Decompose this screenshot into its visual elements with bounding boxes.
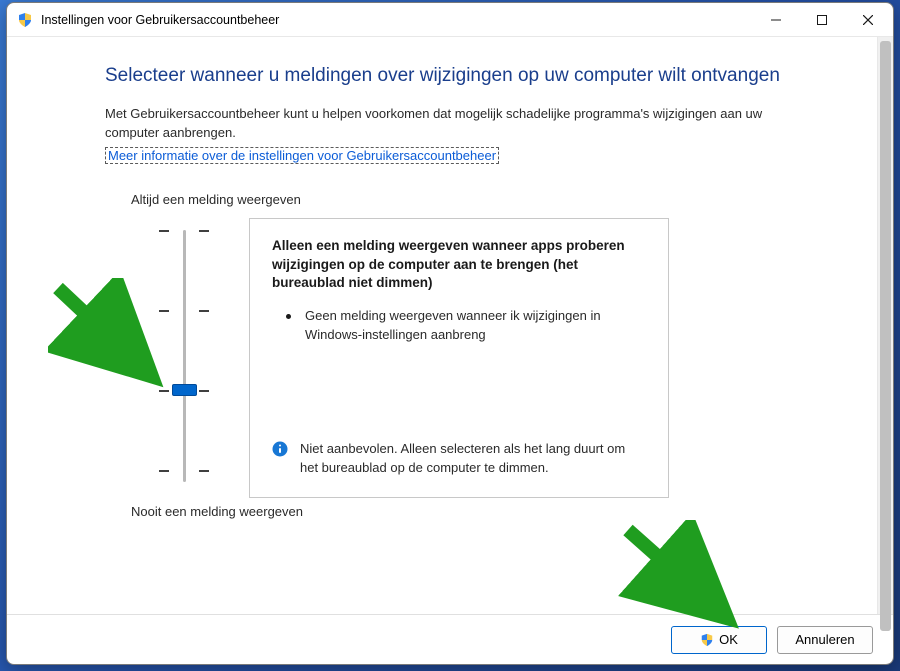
titlebar[interactable]: Instellingen voor Gebruikersaccountbehee… — [7, 3, 893, 37]
cancel-label: Annuleren — [795, 632, 854, 647]
help-link[interactable]: Meer informatie over de instellingen voo… — [105, 147, 499, 164]
shield-icon — [700, 633, 714, 647]
page-heading: Selecteer wanneer u meldingen over wijzi… — [105, 65, 817, 87]
level-description-panel: Alleen een melding weergeven wanneer app… — [249, 218, 669, 498]
uac-settings-window: Instellingen voor Gebruikersaccountbehee… — [6, 2, 894, 665]
vertical-scrollbar[interactable] — [877, 37, 893, 614]
ok-button[interactable]: OK — [671, 626, 767, 654]
slider-thumb[interactable] — [172, 384, 197, 396]
shield-icon — [17, 12, 33, 28]
dialog-button-bar: OK Annuleren — [7, 614, 893, 664]
intro-text: Met Gebruikersaccountbeheer kunt u helpe… — [105, 105, 805, 143]
slider-label-top: Altijd een melding weergeven — [131, 192, 301, 207]
info-icon — [272, 441, 288, 457]
level-note-text: Niet aanbevolen. Alleen selecteren als h… — [300, 440, 646, 476]
minimize-button[interactable] — [753, 3, 799, 36]
slider-label-bottom: Nooit een melding weergeven — [131, 504, 303, 519]
window-title: Instellingen voor Gebruikersaccountbehee… — [41, 13, 753, 27]
close-button[interactable] — [845, 3, 891, 36]
level-note: Niet aanbevolen. Alleen selecteren als h… — [272, 440, 646, 476]
uac-slider[interactable] — [159, 222, 209, 490]
content-area: Selecteer wanneer u meldingen over wijzi… — [7, 37, 877, 614]
cancel-button[interactable]: Annuleren — [777, 626, 873, 654]
maximize-button[interactable] — [799, 3, 845, 36]
client-area: Selecteer wanneer u meldingen over wijzi… — [7, 37, 893, 614]
level-title: Alleen een melding weergeven wanneer app… — [272, 237, 646, 294]
level-bullet: Geen melding weergeven wanneer ik wijzig… — [286, 307, 646, 345]
level-bullet-text: Geen melding weergeven wanneer ik wijzig… — [305, 307, 646, 345]
ok-label: OK — [719, 632, 738, 647]
window-controls — [753, 3, 891, 36]
bullet-icon — [286, 314, 291, 319]
scrollbar-thumb[interactable] — [880, 41, 891, 631]
slider-track — [183, 230, 186, 482]
